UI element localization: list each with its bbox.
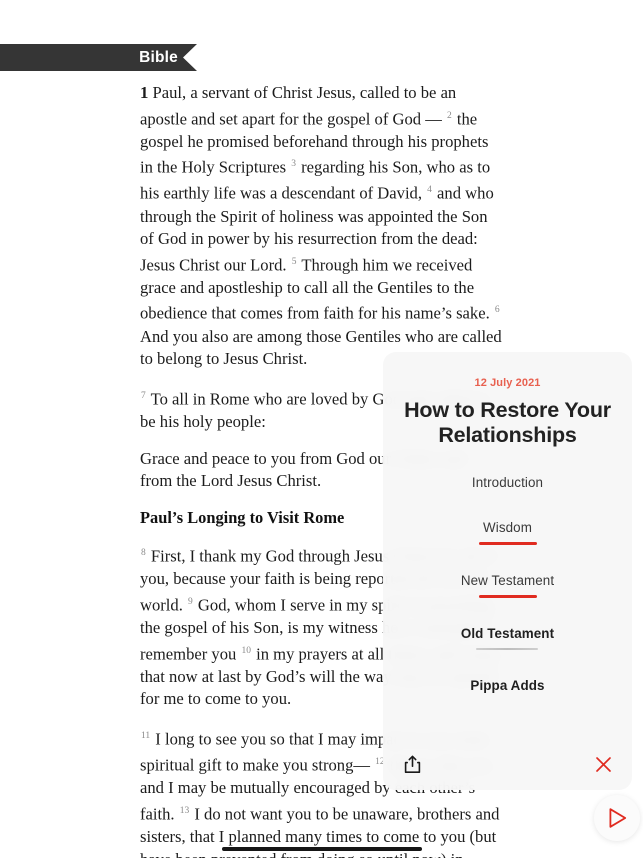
verse-number: 10 (241, 645, 251, 656)
overlay-menu-item-introduction[interactable]: Introduction (468, 474, 547, 492)
overlay-menu-item-underline (478, 595, 537, 598)
home-indicator (221, 846, 422, 851)
overlay-menu-item-old-testament[interactable]: Old Testament (457, 625, 558, 650)
overlay-menu-item-label: Wisdom (483, 520, 532, 535)
overlay-menu-item-new-testament[interactable]: New Testament (457, 572, 558, 598)
overlay-menu-item-wisdom[interactable]: Wisdom (475, 519, 541, 545)
overlay-menu-item-pippa-adds[interactable]: Pippa Adds (466, 677, 548, 695)
verse-number: 2 (446, 110, 452, 121)
verse-number: 6 (494, 305, 500, 316)
sermon-overlay-card: 12 July 2021 How to Restore Your Relatio… (383, 352, 632, 790)
close-x-icon[interactable] (590, 751, 616, 777)
overlay-menu-item-label: Pippa Adds (470, 678, 545, 693)
verse-number: 9 (188, 597, 193, 607)
bible-ribbon-banner: Bible (0, 44, 197, 71)
overlay-title: How to Restore Your Relationships (404, 398, 611, 447)
verse-number: 7 (141, 390, 146, 401)
play-audio-fab[interactable] (594, 795, 640, 841)
scripture-paragraph: 1 Paul, a servant of Christ Jesus, calle… (140, 82, 502, 371)
overlay-menu-item-label: Old Testament (460, 626, 555, 641)
overlay-menu-item-label: New Testament (460, 573, 555, 588)
overlay-menu-item-underline (476, 648, 539, 650)
verse-number: 4 (427, 185, 432, 196)
overlay-menu-item-label: Introduction (471, 475, 544, 490)
overlay-menu-item-underline (478, 542, 537, 545)
play-triangle-icon (609, 808, 626, 828)
overlay-footer (383, 744, 632, 790)
scripture-text: Paul, a servant of Christ Jesus, called … (140, 83, 457, 129)
verse-number: 3 (291, 159, 296, 170)
ribbon-label: Bible (139, 48, 178, 66)
verse-number: 13 (179, 805, 190, 816)
verse-number: 11 (141, 731, 151, 742)
share-upload-icon[interactable] (399, 751, 425, 777)
overlay-menu-list: Introduction Wisdom New Testament Old Testa… (383, 474, 632, 695)
verse-number: 8 (141, 548, 146, 559)
overlay-date: 12 July 2021 (474, 377, 541, 389)
